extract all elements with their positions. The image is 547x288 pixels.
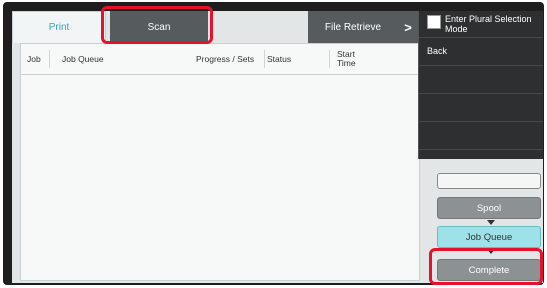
menu-item-empty [419, 123, 543, 150]
menu-item-empty [419, 67, 543, 94]
tab-bar-gap [208, 11, 308, 43]
tab-scan[interactable]: Scan [110, 11, 208, 43]
column-job: Job [27, 54, 41, 64]
menu-item-empty [419, 95, 543, 122]
device-frame: Print Scan File Retrieve > Job Job Queue… [3, 2, 544, 285]
triangle-down-icon [487, 220, 495, 225]
triangle-down-icon [487, 249, 495, 254]
spool-button[interactable]: Spool [437, 197, 541, 219]
tab-print[interactable]: Print [12, 11, 106, 43]
column-status: Status [267, 54, 292, 64]
tab-scan-label: Scan [147, 21, 171, 33]
plural-selection-checkbox[interactable] [427, 15, 441, 29]
job-queue-button[interactable]: Job Queue [437, 226, 541, 248]
job-list: Job Job Queue Progress / Sets Status Sta… [20, 43, 420, 281]
tab-print-label: Print [48, 22, 70, 33]
column-progress-sets: Progress / Sets [196, 54, 255, 64]
complete-button[interactable]: Complete [437, 259, 541, 281]
tab-file-retrieve[interactable]: File Retrieve [308, 11, 398, 43]
plural-selection-label: Enter Plural Selection Mode [445, 14, 532, 34]
menu-item-plural-selection[interactable]: Enter Plural Selection Mode [419, 11, 543, 38]
menu-item-back[interactable]: Back [419, 39, 543, 66]
job-queue-label: Job Queue [465, 231, 513, 243]
tab-file-retrieve-label: File Retrieve [324, 21, 382, 33]
job-table-header: Job Job Queue Progress / Sets Status Sta… [21, 44, 419, 75]
column-divider [264, 50, 265, 68]
action-menu: Enter Plural Selection Mode Back [418, 11, 543, 159]
back-label: Back [427, 46, 448, 56]
column-divider [329, 50, 330, 68]
job-status-screen: Print Scan File Retrieve > Job Job Queue… [12, 11, 543, 283]
tab-scroll-button[interactable]: > [398, 11, 418, 43]
spool-label: Spool [476, 202, 502, 214]
chevron-right-icon: > [404, 19, 412, 35]
column-divider [49, 50, 50, 68]
complete-label: Complete [468, 264, 510, 276]
unlabeled-button[interactable] [437, 173, 541, 189]
column-job-queue: Job Queue [62, 54, 104, 64]
column-start-time: Start Time [337, 49, 356, 68]
